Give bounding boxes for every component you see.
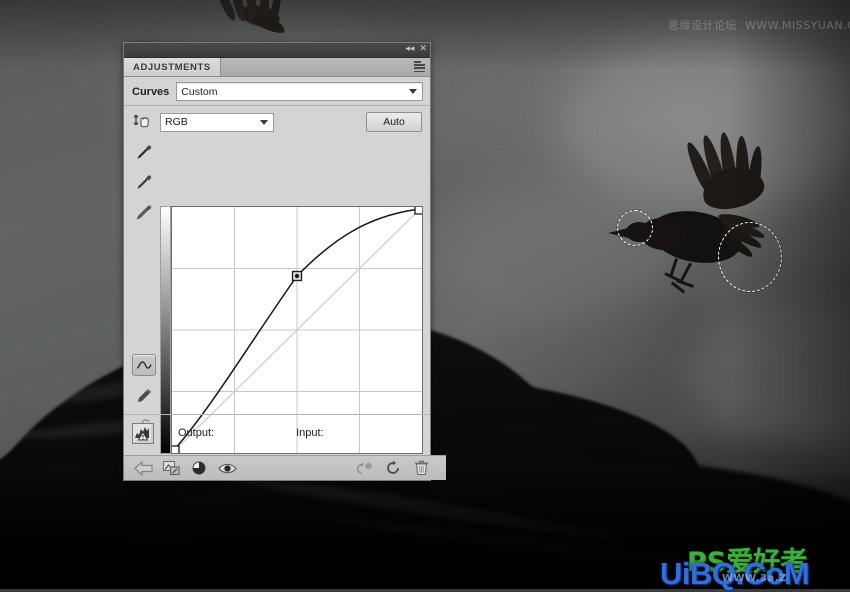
channel-row: RGB Auto: [124, 106, 430, 137]
preset-dropdown[interactable]: Custom: [176, 82, 423, 101]
chevron-down-icon: [260, 119, 268, 125]
chevron-down-icon: [409, 89, 417, 94]
channel-dropdown[interactable]: RGB: [160, 112, 274, 132]
watermark-top-url: WWW.MISSYUAN.COM: [745, 19, 850, 32]
curve-point-tool-icon[interactable]: [132, 354, 156, 376]
preview-eye-icon[interactable]: [216, 459, 238, 477]
preset-row: Curves Custom: [124, 77, 430, 106]
close-icon[interactable]: ✕: [419, 44, 427, 55]
footer-divider: [124, 414, 430, 415]
clip-to-layer-icon[interactable]: [160, 459, 182, 477]
curves-tool-column: [132, 142, 156, 436]
white-point-eyedropper-icon[interactable]: [133, 202, 155, 222]
channel-value: RGB: [165, 116, 188, 128]
panel-footer: [124, 455, 446, 480]
reset-to-defaults-icon[interactable]: [382, 459, 404, 477]
cloud-shape: [430, 180, 680, 320]
reset-preview-icon[interactable]: [354, 459, 376, 477]
control-point-mid-center: [294, 273, 300, 279]
delete-adjustment-layer-icon[interactable]: [410, 459, 432, 477]
adjustments-panel[interactable]: ◂◂ ✕ ADJUSTMENTS Curves Custom RGB Auto …: [123, 42, 446, 481]
auto-button[interactable]: Auto: [366, 112, 422, 132]
selection-marquee-head[interactable]: [617, 210, 653, 246]
on-image-adjustment-icon[interactable]: [132, 112, 152, 132]
control-point-black: [172, 445, 180, 453]
input-label: Input:: [296, 427, 324, 439]
tab-adjustments[interactable]: ADJUSTMENTS: [124, 58, 221, 76]
output-label: Output:: [178, 427, 215, 439]
panel-titlebar[interactable]: ◂◂ ✕: [124, 43, 430, 58]
watermark-top-cn: 思缘设计论坛: [668, 19, 737, 32]
gray-point-eyedropper-icon[interactable]: [133, 172, 155, 192]
return-to-adjustment-list-icon[interactable]: [132, 459, 154, 477]
curves-plot[interactable]: [171, 206, 423, 454]
curves-label: Curves: [132, 85, 170, 98]
output-input-row: Output: Input:: [132, 422, 422, 444]
panel-menu-icon[interactable]: [412, 61, 426, 73]
panel-body: RGB Auto Output: Input:: [124, 106, 430, 474]
watermark-top: 思缘设计论坛 WWW.MISSYUAN.COM: [668, 17, 850, 33]
pencil-draw-curve-icon[interactable]: [133, 386, 155, 406]
watermark-sub-url: WWW.3a.Z: [722, 573, 787, 584]
preset-value: Custom: [181, 85, 218, 98]
control-point-white: [414, 207, 422, 215]
toggle-layer-visibility-before-after-icon[interactable]: [188, 459, 210, 477]
histogram-refresh-warning-icon[interactable]: [132, 422, 154, 444]
output-gradient-bar: [160, 206, 171, 454]
window-controls: ◂◂ ✕: [405, 44, 427, 55]
black-point-eyedropper-icon[interactable]: [133, 142, 155, 162]
collapse-icon[interactable]: ◂◂: [405, 44, 414, 55]
watermark-bottom: PS爱好者 UiBQ.CoM WWW.3a.Z: [660, 540, 850, 591]
panel-tabstrip: ADJUSTMENTS: [124, 58, 430, 77]
